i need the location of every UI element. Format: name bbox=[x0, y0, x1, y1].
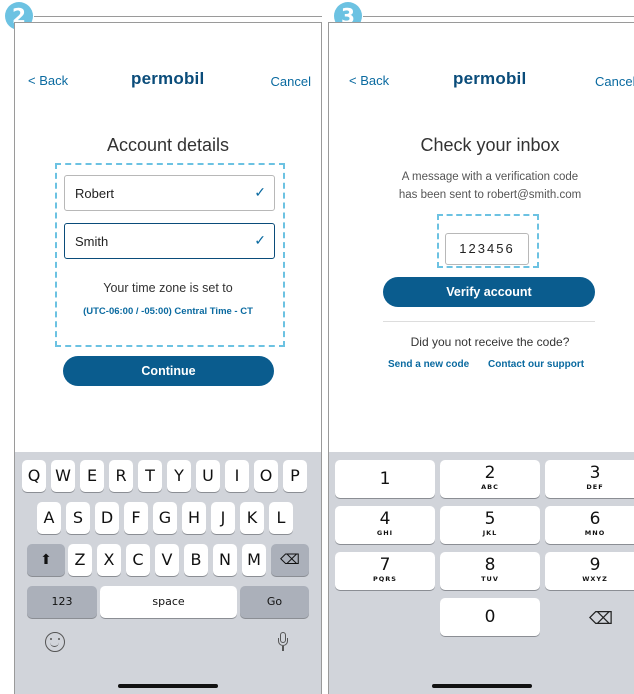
numpad-letters: WXYZ bbox=[582, 575, 608, 583]
numbers-key[interactable]: 123 bbox=[27, 586, 97, 618]
go-key[interactable]: Go bbox=[240, 586, 309, 618]
first-name-field[interactable]: Robert ✓ bbox=[64, 175, 275, 211]
numpad-letters: JKL bbox=[482, 529, 498, 537]
key-b[interactable]: B bbox=[184, 544, 208, 576]
back-link[interactable]: < Back bbox=[28, 73, 68, 88]
verify-account-button[interactable]: Verify account bbox=[383, 277, 595, 307]
numpad-digit: 5 bbox=[484, 509, 496, 529]
numpad-digit: 0 bbox=[484, 607, 496, 627]
numpad-key-3[interactable]: 3 DEF bbox=[545, 460, 634, 498]
step-3-line bbox=[363, 16, 634, 17]
cancel-link[interactable]: Cancel bbox=[595, 74, 634, 89]
numpad-digit: 8 bbox=[484, 555, 496, 575]
home-indicator bbox=[432, 684, 532, 688]
numpad-letters: PQRS bbox=[373, 575, 397, 583]
checkmark-icon: ✓ bbox=[254, 184, 266, 200]
key-o[interactable]: O bbox=[254, 460, 278, 492]
key-s[interactable]: S bbox=[66, 502, 90, 534]
key-w[interactable]: W bbox=[51, 460, 75, 492]
numpad-digit: 3 bbox=[589, 463, 601, 483]
key-i[interactable]: I bbox=[225, 460, 249, 492]
home-indicator bbox=[118, 684, 218, 688]
numpad-key-5[interactable]: 5 JKL bbox=[440, 506, 540, 544]
numpad-digit: 1 bbox=[379, 469, 391, 489]
numpad-digit: 9 bbox=[589, 555, 601, 575]
account-details-screen: < Back permobil Cancel Account details R… bbox=[14, 22, 322, 694]
cancel-link[interactable]: Cancel bbox=[271, 74, 311, 89]
key-d[interactable]: D bbox=[95, 502, 119, 534]
key-k[interactable]: K bbox=[240, 502, 264, 534]
numpad-key-1[interactable]: 1 bbox=[335, 460, 435, 498]
key-q[interactable]: Q bbox=[22, 460, 46, 492]
key-g[interactable]: G bbox=[153, 502, 177, 534]
key-r[interactable]: R bbox=[109, 460, 133, 492]
key-n[interactable]: N bbox=[213, 544, 237, 576]
shift-key[interactable]: ⬆ bbox=[27, 544, 65, 576]
numpad-letters: ABC bbox=[481, 483, 499, 491]
numpad-key-9[interactable]: 9 WXYZ bbox=[545, 552, 634, 590]
numpad-key-8[interactable]: 8 TUV bbox=[440, 552, 540, 590]
key-t[interactable]: T bbox=[138, 460, 162, 492]
page-title: Account details bbox=[106, 135, 230, 155]
key-u[interactable]: U bbox=[196, 460, 220, 492]
check-inbox-screen: < Back permobil Cancel Check your inbox … bbox=[328, 22, 634, 694]
not-received-text: Did you not receive the code? bbox=[410, 335, 570, 349]
continue-button[interactable]: Continue bbox=[63, 356, 274, 386]
key-c[interactable]: C bbox=[126, 544, 150, 576]
numpad-key-4[interactable]: 4 GHI bbox=[335, 506, 435, 544]
last-name-value: Smith bbox=[75, 234, 109, 249]
key-x[interactable]: X bbox=[97, 544, 121, 576]
numpad-key-0[interactable]: 0 bbox=[440, 598, 540, 636]
delete-key[interactable]: ⌫ bbox=[551, 600, 634, 638]
numpad-digit: 6 bbox=[589, 509, 601, 529]
numpad-key-7[interactable]: 7 PQRS bbox=[335, 552, 435, 590]
numpad-digit: 4 bbox=[379, 509, 391, 529]
key-p[interactable]: P bbox=[283, 460, 307, 492]
message-line-1: A message with a verification code bbox=[401, 171, 579, 183]
key-m[interactable]: M bbox=[242, 544, 266, 576]
numpad-digit: 7 bbox=[379, 555, 391, 575]
verification-code-input[interactable]: 123456 bbox=[445, 233, 529, 265]
key-v[interactable]: V bbox=[155, 544, 179, 576]
permobil-logo: permobil bbox=[131, 69, 205, 88]
delete-key[interactable]: ⌫ bbox=[271, 544, 309, 576]
first-name-value: Robert bbox=[75, 186, 115, 201]
message-line-2: has been sent to robert@smith.com bbox=[398, 189, 582, 201]
page-title: Check your inbox bbox=[420, 135, 560, 155]
numpad-letters: GHI bbox=[376, 529, 394, 537]
contact-support-link[interactable]: Contact our support bbox=[488, 359, 584, 370]
checkmark-icon: ✓ bbox=[254, 232, 266, 248]
numpad-digit: 2 bbox=[484, 463, 496, 483]
timezone-value[interactable]: (UTC-06:00 / -05:00) Central Time - CT bbox=[15, 306, 321, 317]
numpad-key-2[interactable]: 2 ABC bbox=[440, 460, 540, 498]
back-link[interactable]: < Back bbox=[349, 73, 389, 88]
send-new-code-link[interactable]: Send a new code bbox=[388, 359, 469, 370]
key-a[interactable]: A bbox=[37, 502, 61, 534]
timezone-label: Your time zone is set to bbox=[103, 281, 233, 295]
key-e[interactable]: E bbox=[80, 460, 104, 492]
keyboard: QWERTYUIOP ASDFGHJKL ZXCVBNM ⬆ ⌫ 123 spa… bbox=[15, 452, 321, 694]
key-f[interactable]: F bbox=[124, 502, 148, 534]
key-z[interactable]: Z bbox=[68, 544, 92, 576]
divider bbox=[383, 321, 595, 322]
key-l[interactable]: L bbox=[269, 502, 293, 534]
microphone-icon[interactable] bbox=[278, 632, 288, 652]
numeric-keypad: 1 2 ABC 3 DEF 4 GHI 5 JKL 6 MNO 7 PQRS 8 TUV 9 WXYZ 0 ⌫ bbox=[329, 452, 634, 694]
space-key[interactable]: space bbox=[100, 586, 237, 618]
key-y[interactable]: Y bbox=[167, 460, 191, 492]
step-2-line bbox=[34, 16, 322, 17]
numpad-letters: TUV bbox=[481, 575, 499, 583]
numpad-key-6[interactable]: 6 MNO bbox=[545, 506, 634, 544]
key-h[interactable]: H bbox=[182, 502, 206, 534]
permobil-logo: permobil bbox=[453, 69, 527, 88]
numpad-letters: MNO bbox=[584, 529, 606, 537]
numpad-letters: DEF bbox=[586, 483, 604, 491]
key-j[interactable]: J bbox=[211, 502, 235, 534]
last-name-field[interactable]: Smith ✓ bbox=[64, 223, 275, 259]
emoji-icon[interactable] bbox=[45, 632, 65, 652]
